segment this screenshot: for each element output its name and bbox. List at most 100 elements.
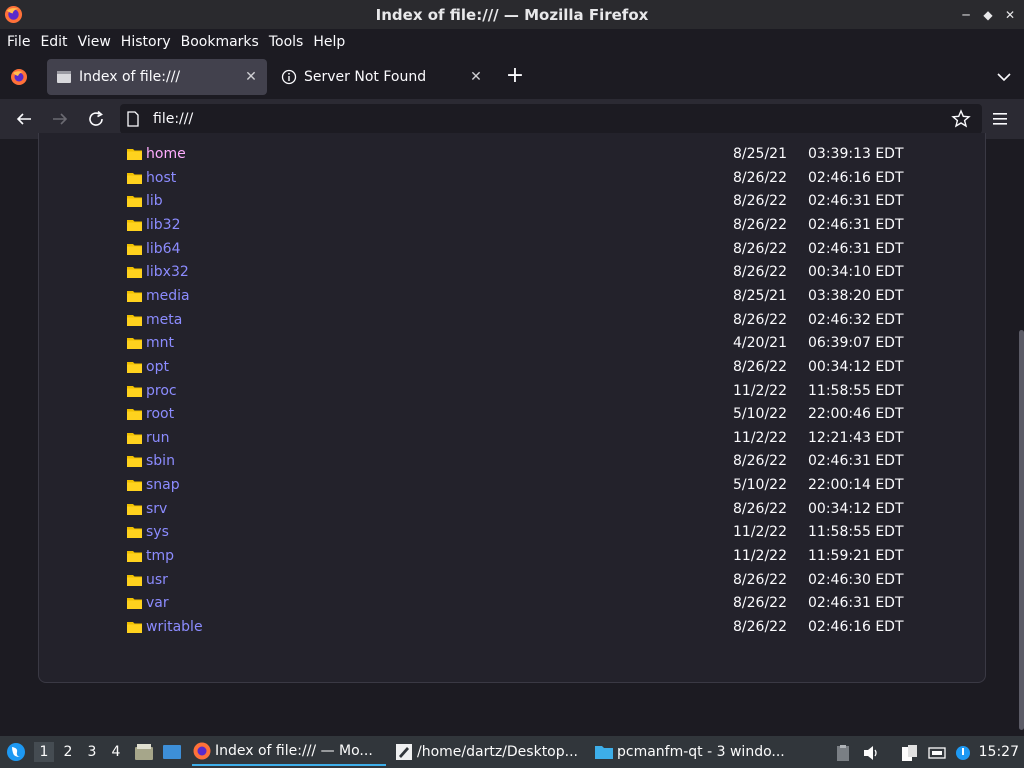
maximize-icon[interactable]: ◆ [980, 7, 996, 23]
modified-time: 02:46:30 EDT [808, 571, 904, 588]
show-desktop-icon[interactable] [162, 743, 182, 761]
close-icon[interactable]: ✕ [1002, 7, 1018, 23]
desktop-3-button[interactable]: 3 [82, 742, 102, 762]
desktop-4-button[interactable]: 4 [106, 742, 126, 762]
menu-file[interactable]: File [4, 34, 33, 50]
modified-time: 00:34:12 EDT [808, 358, 904, 375]
network-icon[interactable] [928, 744, 946, 762]
menu-bookmarks[interactable]: Bookmarks [178, 34, 262, 50]
folder-link[interactable]: sys [146, 524, 169, 540]
menu-tools[interactable]: Tools [266, 34, 307, 50]
folder-link[interactable]: proc [146, 383, 177, 399]
task-firefox[interactable]: Index of file:/// — Mo... [192, 738, 386, 766]
window-controls: ─ ◆ ✕ [958, 0, 1018, 29]
folder-link[interactable]: opt [146, 359, 169, 375]
scrollbar[interactable] [1019, 330, 1024, 730]
forward-arrow-icon [53, 113, 68, 125]
folder-link[interactable]: snap [146, 477, 180, 493]
listing-row: mnt 4/20/21 06:39:07 EDT [125, 332, 905, 355]
folder-link[interactable]: run [146, 430, 170, 446]
listing-row: home 8/25/21 03:39:13 EDT [125, 143, 905, 166]
volume-icon[interactable] [862, 744, 880, 762]
folder-link[interactable]: mnt [146, 335, 174, 351]
listing-row: host 8/26/22 02:46:16 EDT [125, 167, 905, 190]
modified-date: 8/26/22 [733, 240, 787, 257]
modified-time: 02:46:31 EDT [808, 595, 904, 612]
task-label: /home/dartz/Desktop... [417, 744, 578, 760]
clipboard-tray-icon[interactable] [834, 744, 852, 762]
bookmark-star-icon[interactable] [951, 109, 971, 129]
folder-link[interactable]: srv [146, 501, 167, 517]
page-content: home 8/25/21 03:39:13 EDT host 8/26/22 02:46:… [0, 133, 1024, 736]
folder-link[interactable]: lib64 [146, 241, 180, 257]
modified-date: 11/2/22 [733, 429, 787, 446]
desktop-1-button[interactable]: 1 [34, 742, 54, 762]
folder-link[interactable]: host [146, 170, 176, 186]
menu-help[interactable]: Help [310, 34, 348, 50]
clipboard-manager-icon[interactable] [900, 744, 918, 762]
folder-link[interactable]: writable [146, 619, 203, 635]
reload-icon [89, 110, 103, 126]
folder-link[interactable]: var [146, 595, 169, 611]
firefox-view-icon[interactable] [9, 67, 29, 87]
folder-link[interactable]: media [146, 288, 190, 304]
start-menu-icon[interactable] [6, 742, 26, 762]
folder-icon [127, 196, 142, 208]
taskbar: 1 2 3 4 Index of file:/// — Mo... /home/… [0, 736, 1024, 768]
folder-link[interactable]: lib [146, 193, 163, 209]
modified-time: 22:00:14 EDT [808, 477, 904, 494]
modified-time: 11:59:21 EDT [808, 548, 904, 565]
modified-time: 00:34:12 EDT [808, 500, 904, 517]
modified-time: 11:58:55 EDT [808, 524, 904, 541]
task-pcmanfm[interactable]: pcmanfm-qt - 3 windo... [594, 738, 786, 766]
chevron-down-icon[interactable] [994, 67, 1014, 87]
modified-time: 02:46:31 EDT [808, 240, 904, 257]
reload-button[interactable] [84, 107, 108, 131]
folder-link[interactable]: tmp [146, 548, 174, 564]
update-notifier-icon[interactable] [954, 744, 972, 762]
folder-link[interactable]: usr [146, 572, 168, 588]
tab-server-not-found[interactable]: Server Not Found ✕ [272, 59, 492, 95]
folder-link[interactable]: lib32 [146, 217, 180, 233]
folder-icon [127, 267, 142, 279]
modified-date: 11/2/22 [733, 382, 787, 399]
folder-link[interactable]: libx32 [146, 264, 189, 280]
modified-time: 00:34:10 EDT [808, 264, 904, 281]
url-input[interactable]: file:/// [153, 111, 951, 127]
folder-icon [127, 432, 142, 444]
listing-row: root 5/10/22 22:00:46 EDT [125, 403, 905, 426]
close-tab-icon[interactable]: ✕ [466, 69, 486, 85]
modified-date: 8/26/22 [733, 595, 787, 612]
folder-link[interactable]: meta [146, 312, 182, 328]
close-tab-icon[interactable]: ✕ [241, 69, 261, 85]
folder-link[interactable]: root [146, 406, 174, 422]
listing-row: meta 8/26/22 02:46:32 EDT [125, 309, 905, 332]
modified-date: 8/26/22 [733, 619, 787, 635]
task-label: pcmanfm-qt - 3 windo... [617, 744, 785, 760]
modified-date: 4/20/21 [733, 335, 787, 352]
tab-label: Server Not Found [304, 69, 427, 85]
tab-index-of-file[interactable]: Index of file:/// ✕ [47, 59, 267, 95]
menu-edit[interactable]: Edit [37, 34, 70, 50]
desktop-2-button[interactable]: 2 [58, 742, 78, 762]
folder-icon [127, 172, 142, 184]
modified-time: 11:58:55 EDT [808, 382, 904, 399]
folder-link[interactable]: home [146, 146, 186, 162]
menu-view[interactable]: View [75, 34, 114, 50]
modified-date: 8/26/22 [733, 193, 787, 210]
url-bar[interactable]: file:/// [120, 104, 982, 134]
modified-time: 06:39:07 EDT [808, 335, 904, 352]
file-manager-launcher-icon[interactable] [134, 743, 154, 761]
modified-time: 02:46:16 EDT [808, 619, 904, 635]
folder-icon [127, 622, 142, 633]
back-button[interactable] [12, 107, 36, 131]
new-tab-button[interactable]: + [504, 65, 526, 87]
folder-link[interactable]: sbin [146, 453, 175, 469]
minimize-icon[interactable]: ─ [958, 7, 974, 23]
firefox-logo-icon [4, 5, 23, 24]
task-text-editor[interactable]: /home/dartz/Desktop... [394, 738, 586, 766]
modified-time: 02:46:16 EDT [808, 169, 904, 186]
hamburger-menu-icon[interactable] [991, 109, 1009, 129]
menu-history[interactable]: History [118, 34, 174, 50]
forward-button[interactable] [48, 107, 72, 131]
